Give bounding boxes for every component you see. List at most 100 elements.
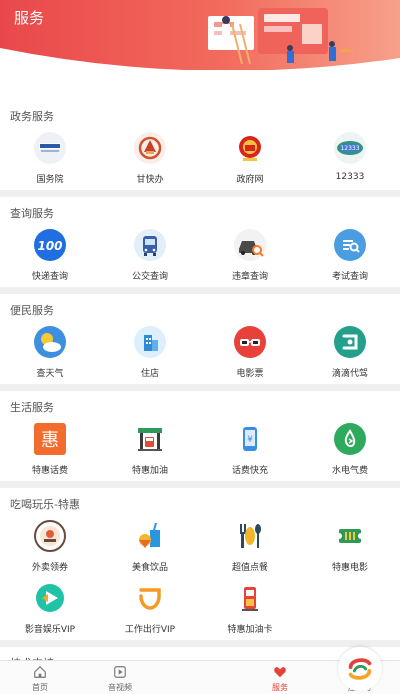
- service-item-travel-vip[interactable]: 工作出行VIP: [100, 578, 200, 640]
- fuel-card-icon: [234, 582, 266, 614]
- service-item-utility[interactable]: 水电气费: [300, 419, 400, 481]
- service-item-gas[interactable]: 特惠加油: [100, 419, 200, 481]
- service-label: 住店: [140, 369, 159, 379]
- service-label: 电影票: [236, 369, 264, 379]
- tab-label: 音视频: [108, 683, 132, 692]
- phone-recharge-icon: ¥: [234, 423, 266, 455]
- service-item-bus[interactable]: 公交查询: [100, 225, 200, 287]
- service-label: 特惠电影: [331, 563, 368, 573]
- tab-services[interactable]: 服务: [240, 661, 320, 694]
- video-vip-icon: [34, 582, 66, 614]
- service-label: 外卖领券: [31, 563, 68, 573]
- tab-label: 服务: [272, 683, 288, 692]
- service-label: 特惠加油卡: [227, 625, 273, 635]
- service-label: 公交查询: [131, 272, 168, 282]
- tab-home[interactable]: 首页: [0, 661, 80, 694]
- service-item-express[interactable]: 100 快递查询: [0, 225, 100, 287]
- svg-text:100: 100: [37, 239, 62, 253]
- service-label: 考试查询: [331, 272, 368, 282]
- service-label: 快递查询: [31, 272, 68, 282]
- service-item-fuel-card[interactable]: 特惠加油卡: [200, 578, 300, 640]
- section-convenience: 便民服务 查天气 住店 电影票 滴滴代驾: [0, 294, 400, 384]
- movie-ticket-icon: [334, 520, 366, 552]
- dining-icon: [234, 520, 266, 552]
- service-label: 查天气: [36, 369, 64, 379]
- top-spacer: [0, 70, 400, 100]
- svg-text:12333: 12333: [340, 145, 359, 152]
- service-item-weather[interactable]: 查天气: [0, 322, 100, 384]
- service-item-video-vip[interactable]: 影音娱乐VIP: [0, 578, 100, 640]
- national-emblem-icon: [234, 132, 266, 164]
- service-label: 政府网: [236, 175, 264, 185]
- bottom-tab-bar: 首页 音视频 服务 庄浪号: [0, 647, 400, 694]
- utility-bill-icon: [334, 423, 366, 455]
- svg-text:惠: 惠: [41, 430, 59, 451]
- tab-video[interactable]: 音视频: [80, 661, 160, 694]
- service-label: 滴滴代驾: [331, 369, 368, 379]
- home-icon: [34, 665, 46, 678]
- section-title: 生活服务: [10, 401, 54, 414]
- service-item-12333[interactable]: 12333 12333: [300, 128, 400, 190]
- service-label: 水电气费: [331, 466, 368, 476]
- section-query: 查询服务 100 快递查询 公交查询 违章查询 考试查询: [0, 197, 400, 287]
- service-item-movie-ticket[interactable]: 电影票: [200, 322, 300, 384]
- section-title: 便民服务: [10, 304, 54, 317]
- gansu-service-logo-icon: [134, 132, 166, 164]
- center-logo-icon: [348, 658, 372, 680]
- service-label: 国务院: [36, 175, 64, 185]
- service-item-dining[interactable]: 超值点餐: [200, 516, 300, 578]
- bus-icon: [134, 229, 166, 261]
- heart-icon: [274, 667, 286, 678]
- service-item-movie-discount[interactable]: 特惠电影: [300, 516, 400, 578]
- movie-glasses-icon: [234, 326, 266, 358]
- exam-search-icon: [334, 229, 366, 261]
- service-item-gansu[interactable]: 甘快办: [100, 128, 200, 190]
- service-label: 超值点餐: [231, 563, 268, 573]
- weather-icon: [34, 326, 66, 358]
- service-item-hotel[interactable]: 住店: [100, 322, 200, 384]
- service-label: 影音娱乐VIP: [24, 625, 76, 635]
- section-title: 吃喝玩乐-特惠: [10, 498, 80, 511]
- service-label: 甘快办: [136, 175, 164, 185]
- state-council-logo-icon: [34, 132, 66, 164]
- section-title: 政务服务: [10, 110, 54, 123]
- service-item-food-drink[interactable]: 美食饮品: [100, 516, 200, 578]
- section-government: 政务服务 国务院 甘快办 政府网 12333 12333: [0, 100, 400, 190]
- express-100-icon: 100: [34, 229, 66, 261]
- center-logo-button[interactable]: [338, 647, 382, 691]
- service-item-phone-discount[interactable]: 惠 特惠话费: [0, 419, 100, 481]
- service-label: 违章查询: [231, 272, 268, 282]
- gas-station-icon: [134, 423, 166, 455]
- service-label: 12333: [335, 172, 365, 182]
- service-item-takeout[interactable]: 外卖领券: [0, 516, 100, 578]
- service-label: 工作出行VIP: [124, 625, 176, 635]
- service-list[interactable]: 政务服务 国务院 甘快办 政府网 12333 12333 查询服务 100 快递…: [0, 70, 400, 660]
- service-item-exam[interactable]: 考试查询: [300, 225, 400, 287]
- header-banner: 服务: [0, 0, 400, 70]
- video-play-icon: [114, 666, 126, 678]
- service-item-gov-site[interactable]: 政府网: [200, 128, 300, 190]
- service-item-recharge[interactable]: ¥ 话费快充: [200, 419, 300, 481]
- section-life: 生活服务 惠 特惠话费 特惠加油 ¥ 话费快充 水电气费: [0, 391, 400, 481]
- service-label: 话费快充: [231, 466, 268, 476]
- takeout-coupon-icon: [34, 520, 66, 552]
- food-drink-icon: [134, 520, 166, 552]
- service-label: 美食饮品: [131, 563, 168, 573]
- section-entertainment: 吃喝玩乐-特惠 外卖领券 美食饮品 超值点餐 特惠电影 影音娱乐VIP 工作出行…: [0, 488, 400, 640]
- service-item-state-council[interactable]: 国务院: [0, 128, 100, 190]
- header-wave: [0, 48, 400, 70]
- service-label: 特惠加油: [131, 466, 168, 476]
- tab-center[interactable]: [160, 647, 382, 694]
- service-item-violation[interactable]: 违章查询: [200, 225, 300, 287]
- tab-label: 首页: [32, 683, 48, 692]
- service-item-didi[interactable]: 滴滴代驾: [300, 322, 400, 384]
- svg-text:¥: ¥: [247, 435, 253, 445]
- hotel-icon: [134, 326, 166, 358]
- discount-hui-icon: 惠: [34, 423, 66, 455]
- hrss-12333-logo-icon: 12333: [334, 132, 366, 164]
- didi-icon: [334, 326, 366, 358]
- didi-travel-icon: [134, 582, 166, 614]
- car-search-icon: [234, 229, 266, 261]
- page-title: 服务: [14, 9, 45, 27]
- service-label: 特惠话费: [31, 466, 68, 476]
